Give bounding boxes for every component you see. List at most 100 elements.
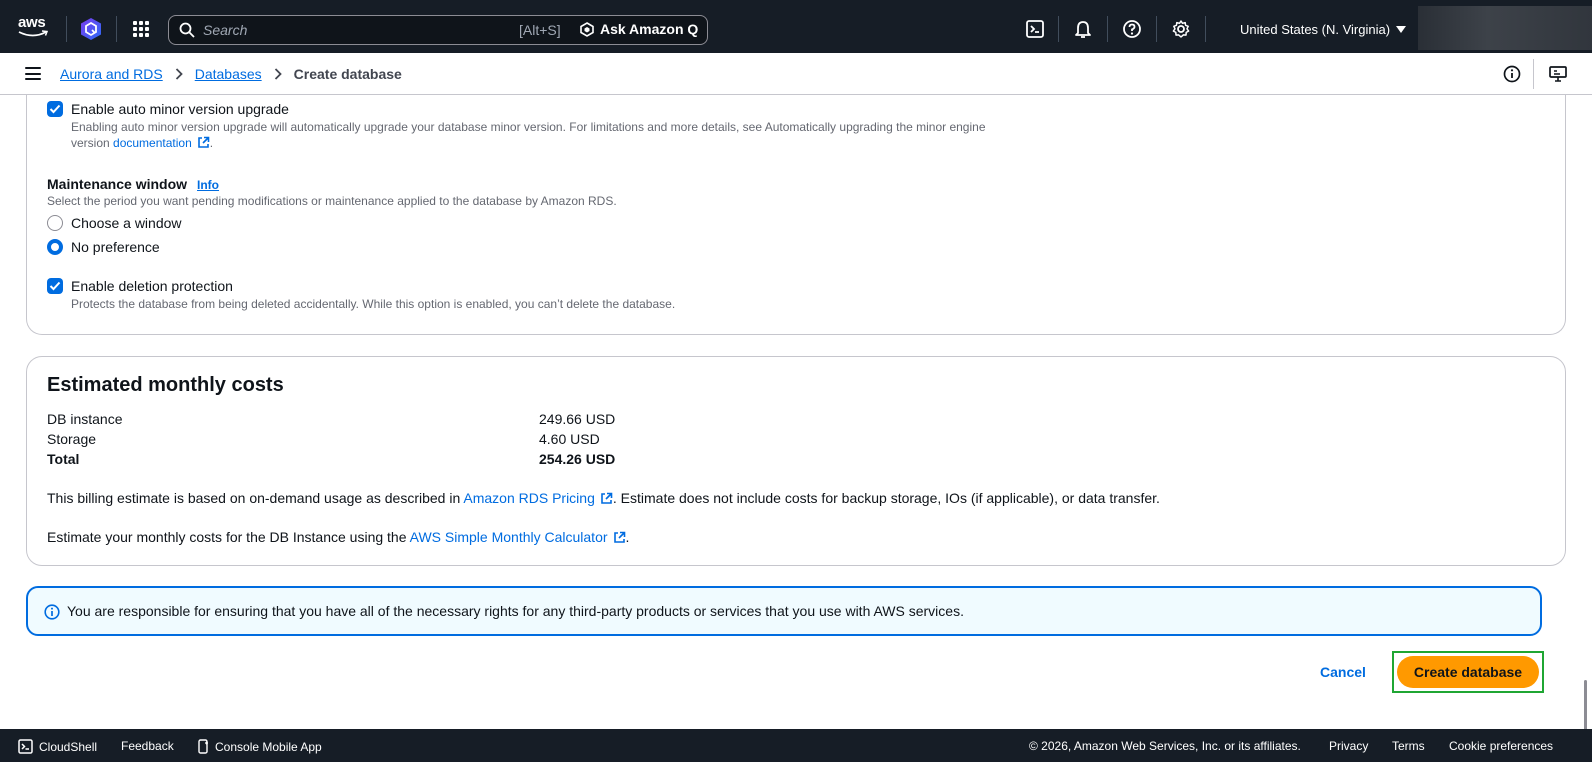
calculator-note-suffix: .: [625, 529, 630, 545]
feedback-presentation-icon[interactable]: [1549, 65, 1567, 83]
amazon-rds-pricing-link[interactable]: Amazon RDS Pricing: [463, 490, 613, 506]
nav-divider: [66, 16, 67, 42]
terms-label: Terms: [1392, 739, 1425, 753]
radio-no-preference[interactable]: [47, 239, 63, 255]
search-input[interactable]: [203, 22, 503, 38]
footer-mobile-app-link[interactable]: Console Mobile App: [198, 739, 322, 754]
auto-minor-version-checkbox[interactable]: [47, 101, 63, 117]
caret-down-icon: [1396, 26, 1407, 33]
documentation-link-text: documentation: [113, 136, 192, 150]
nav-divider: [1058, 16, 1059, 42]
footer-terms-link[interactable]: Terms: [1392, 739, 1425, 753]
maintenance-window-title: Maintenance window: [47, 176, 188, 192]
chevron-right-icon: [175, 68, 183, 80]
cost-value: 254.26 USD: [539, 451, 616, 467]
documentation-link[interactable]: documentation: [113, 136, 210, 150]
checkmark-icon: [49, 104, 61, 114]
auto-minor-version-label: Enable auto minor version upgrade: [71, 101, 289, 117]
breadcrumb-databases[interactable]: Databases: [195, 66, 262, 82]
footer-privacy-link[interactable]: Privacy: [1329, 739, 1368, 753]
aws-logo-text: aws: [18, 14, 46, 31]
external-link-icon: [197, 136, 210, 148]
footer-copyright: © 2026, Amazon Web Services, Inc. or its…: [1029, 739, 1301, 753]
maintenance-window-description: Select the period you want pending modif…: [47, 194, 617, 208]
services-grid-icon[interactable]: [133, 21, 149, 37]
amazon-q-badge-icon[interactable]: [80, 17, 102, 41]
copyright-text: © 2026, Amazon Web Services, Inc. or its…: [1029, 739, 1301, 753]
account-menu-redacted[interactable]: [1418, 6, 1592, 50]
region-label: United States (N. Virginia): [1240, 22, 1391, 37]
aws-smile-icon: [18, 30, 48, 37]
footer-mobile-app-label: Console Mobile App: [215, 739, 322, 754]
billing-note-suffix: . Estimate does not include costs for ba…: [612, 490, 1160, 506]
footer-cookie-preferences-link[interactable]: Cookie preferences: [1449, 739, 1553, 753]
checkmark-icon: [49, 281, 61, 291]
footer-cloudshell-label: CloudShell: [39, 739, 98, 754]
calculator-note: Estimate your monthly costs for the DB I…: [47, 529, 629, 545]
breadcrumb-aurora-and-rds[interactable]: Aurora and RDS: [60, 66, 163, 82]
radio-choose-window[interactable]: [47, 215, 63, 231]
calculator-link-text: AWS Simple Monthly Calculator: [409, 529, 608, 545]
aws-logo[interactable]: aws: [18, 14, 50, 38]
ask-amazon-q-button[interactable]: Ask Amazon Q: [580, 21, 698, 37]
alert-text: You are responsible for ensuring that yo…: [67, 603, 964, 619]
breadcrumb-bar: Aurora and RDS Databases Create database: [0, 53, 1592, 95]
info-icon: [44, 604, 60, 620]
cloudshell-icon: [18, 739, 33, 754]
pricing-link-text: Amazon RDS Pricing: [463, 490, 595, 506]
chevron-right-icon: [274, 68, 282, 80]
maintenance-window-heading: Maintenance window Info: [47, 176, 219, 192]
mobile-phone-icon: [198, 739, 208, 754]
cookie-preferences-label: Cookie preferences: [1449, 739, 1554, 753]
search-bar[interactable]: [Alt+S] Ask Amazon Q: [168, 15, 708, 45]
calculator-note-prefix: Estimate your monthly costs for the DB I…: [47, 529, 407, 545]
breadcrumb: Aurora and RDS Databases Create database: [60, 66, 402, 82]
external-link-icon: [613, 531, 625, 543]
footer-feedback-link[interactable]: Feedback: [121, 739, 174, 753]
breadcrumb-current: Create database: [293, 66, 402, 82]
help-icon[interactable]: [1122, 19, 1142, 39]
cost-row-total: Total 254.26 USD: [47, 451, 747, 471]
radio-no-preference-label: No preference: [71, 239, 160, 255]
create-database-button[interactable]: Create database: [1397, 656, 1539, 688]
footer: CloudShell Feedback Console Mobile App ©…: [0, 729, 1592, 762]
billing-note-prefix: This billing estimate is based on on-dem…: [47, 490, 461, 506]
aws-simple-monthly-calculator-link[interactable]: AWS Simple Monthly Calculator: [410, 529, 626, 545]
settings-gear-icon[interactable]: [1171, 19, 1191, 39]
page-bottom-edge: [0, 762, 1592, 776]
cost-row-storage: Storage 4.60 USD: [47, 431, 747, 451]
maintenance-window-info-link[interactable]: Info: [197, 178, 219, 192]
auto-minor-desc-line2: version documentation.: [71, 135, 986, 151]
search-icon: [179, 22, 195, 38]
third-party-rights-alert: You are responsible for ensuring that yo…: [26, 586, 1542, 636]
cost-label: DB instance: [47, 411, 123, 427]
cost-value: 4.60 USD: [539, 431, 600, 447]
create-database-highlight: Create database: [1392, 651, 1544, 693]
auto-minor-desc-suffix: .: [209, 136, 214, 150]
cost-label: Total: [47, 451, 80, 467]
cost-row-db-instance: DB instance 249.66 USD: [47, 411, 747, 431]
notifications-bell-icon[interactable]: [1073, 19, 1093, 39]
nav-divider: [116, 16, 117, 42]
deletion-protection-checkbox[interactable]: [47, 278, 63, 294]
region-selector[interactable]: United States (N. Virginia): [1240, 22, 1407, 37]
scrollbar-thumb[interactable]: [1584, 680, 1587, 736]
deletion-protection-description: Protects the database from being deleted…: [71, 297, 676, 311]
billing-estimate-note: This billing estimate is based on on-dem…: [47, 490, 1160, 506]
search-shortcut-hint: [Alt+S]: [519, 22, 561, 38]
cost-value: 249.66 USD: [539, 411, 616, 427]
external-link-icon: [601, 492, 613, 504]
info-panel-icon[interactable]: [1503, 65, 1521, 83]
cancel-button[interactable]: Cancel: [1320, 664, 1366, 680]
estimated-costs-panel: Estimated monthly costs DB instance 249.…: [26, 356, 1566, 566]
deletion-protection-label: Enable deletion protection: [71, 278, 233, 294]
footer-cloudshell-button[interactable]: CloudShell: [18, 739, 97, 754]
nav-divider: [1107, 16, 1108, 42]
menu-hamburger-icon[interactable]: [25, 67, 41, 80]
auto-minor-desc-line1: Enabling auto minor version upgrade will…: [71, 120, 986, 134]
top-navigation: aws [Alt+S] Ask Amazon Q: [0, 0, 1592, 53]
radio-choose-window-label: Choose a window: [71, 215, 182, 231]
divider: [1533, 59, 1534, 89]
nav-divider: [1205, 16, 1206, 42]
cloudshell-icon[interactable]: [1025, 19, 1045, 39]
